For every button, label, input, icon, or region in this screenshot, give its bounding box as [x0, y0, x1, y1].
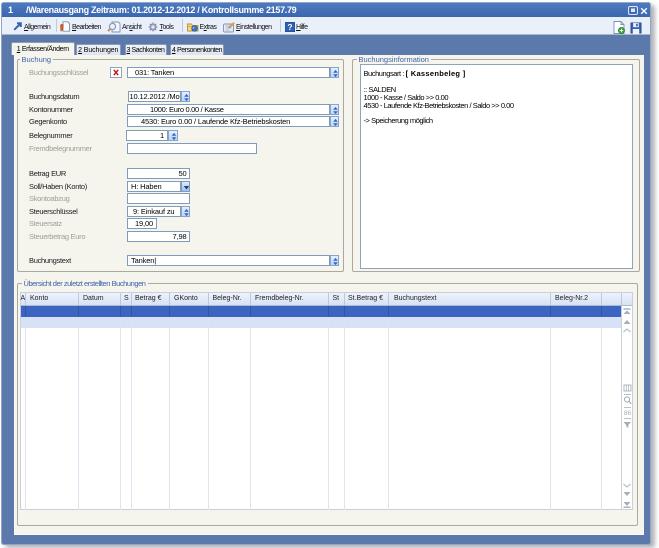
svg-text:?: ?: [287, 22, 292, 32]
svg-text:86: 86: [623, 410, 631, 417]
